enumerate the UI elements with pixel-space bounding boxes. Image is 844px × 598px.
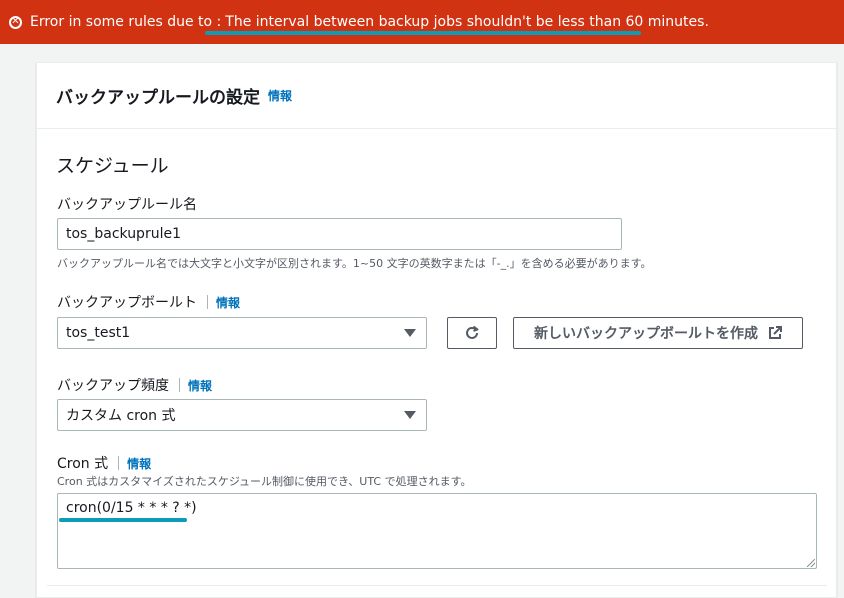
cron-expression-input[interactable]: cron(0/15 * * * ? *) — [57, 493, 817, 569]
frequency-label: バックアップ頻度 情報 — [57, 375, 212, 395]
vault-label: バックアップボールト 情報 — [57, 292, 240, 312]
cron-value-underline — [59, 518, 187, 522]
vault-label-text: バックアップボールト — [57, 295, 197, 311]
frequency-label-text: バックアップ頻度 — [57, 378, 169, 394]
frequency-select[interactable]: カスタム cron 式 — [57, 399, 427, 431]
schedule-section-title: スケジュール — [56, 155, 169, 177]
vault-select-value: tos_test1 — [66, 325, 131, 341]
cron-expression-value: cron(0/15 * * * ? *) — [66, 500, 197, 516]
divider — [47, 585, 827, 586]
error-banner: ✕ Error in some rules due to : The inter… — [0, 0, 844, 44]
cron-label: Cron 式 情報 — [57, 453, 151, 473]
frequency-select-value: カスタム cron 式 — [66, 408, 176, 424]
cron-hint: Cron 式はカスタマイズされたスケジュール制御に使用でき、UTC で処理されま… — [57, 475, 472, 488]
rule-name-value: tos_backuprule1 — [66, 226, 181, 242]
rule-name-label: バックアップルール名 — [57, 194, 197, 214]
card-title: バックアップルールの設定 — [56, 88, 260, 108]
vault-info-link[interactable]: 情報 — [216, 294, 240, 311]
create-vault-button[interactable]: 新しいバックアップボールトを作成 — [513, 317, 803, 349]
error-prefix: Error in some rules due to : — [30, 14, 222, 30]
caret-down-icon — [404, 329, 416, 337]
rule-name-input[interactable]: tos_backuprule1 — [57, 218, 622, 250]
cron-label-text: Cron 式 — [57, 456, 109, 472]
frequency-info-link[interactable]: 情報 — [188, 377, 212, 394]
refresh-vaults-button[interactable] — [447, 317, 497, 349]
card-info-link[interactable]: 情報 — [268, 87, 292, 104]
error-message: The interval between backup jobs shouldn… — [225, 14, 709, 30]
cron-info-link[interactable]: 情報 — [127, 455, 151, 472]
resize-handle-icon[interactable] — [807, 559, 815, 567]
card-header: バックアップルールの設定 情報 — [37, 63, 836, 129]
backup-rule-settings-card: バックアップルールの設定 情報 スケジュール バックアップルール名 tos_ba… — [36, 62, 837, 598]
create-vault-button-label: 新しいバックアップボールトを作成 — [534, 326, 758, 342]
external-link-icon — [769, 326, 782, 339]
refresh-icon — [466, 325, 479, 339]
rule-name-label-text: バックアップルール名 — [57, 197, 197, 213]
error-message-underline — [205, 31, 641, 35]
label-separator — [118, 456, 120, 470]
error-circle-x-icon: ✕ — [9, 15, 22, 29]
rule-name-hint: バックアップルール名では大文字と小文字が区別されます。1~50 文字の英数字また… — [57, 257, 652, 270]
label-separator — [179, 378, 180, 392]
caret-down-icon — [404, 411, 416, 419]
vault-select[interactable]: tos_test1 — [57, 317, 427, 349]
label-separator — [207, 295, 208, 309]
